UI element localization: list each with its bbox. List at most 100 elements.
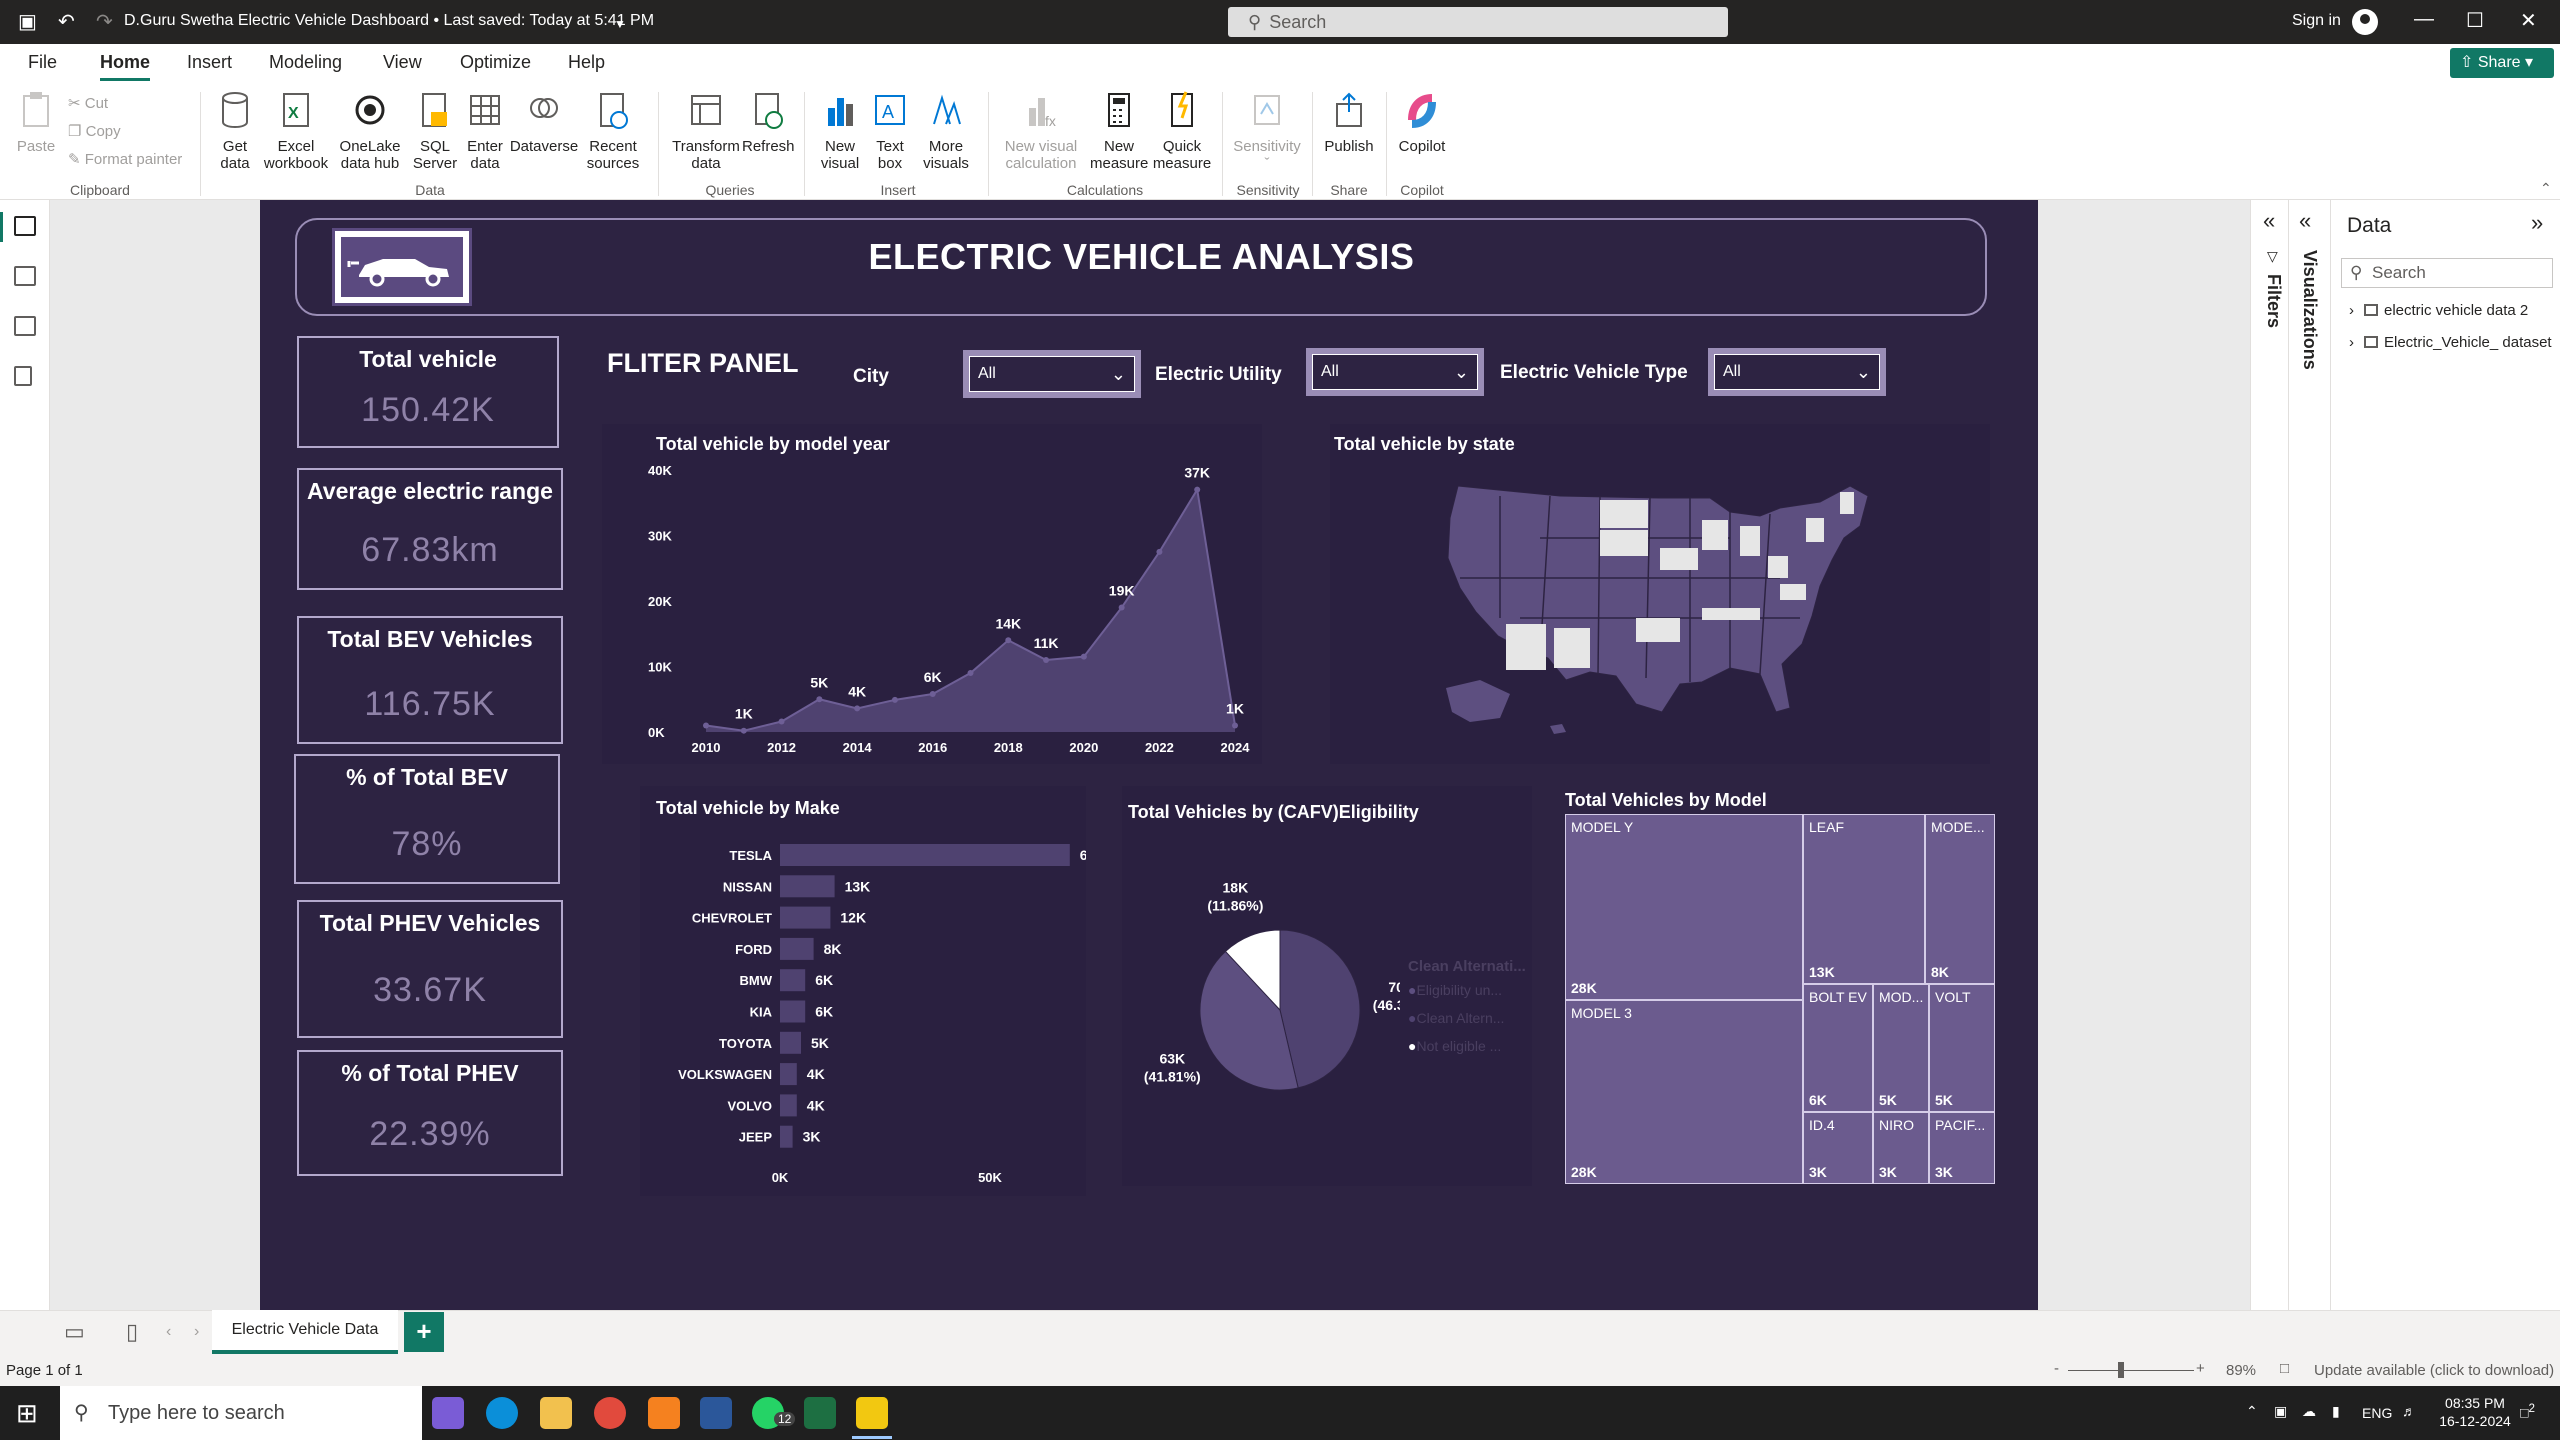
previous-page-icon[interactable]: ‹ <box>166 1323 171 1341</box>
word-app-icon[interactable] <box>700 1397 732 1429</box>
paste-button[interactable]: Paste <box>14 90 58 155</box>
format-painter-button[interactable]: ✎ Format painter <box>68 150 182 168</box>
menu-help[interactable]: Help <box>568 52 605 73</box>
search-input[interactable]: ⚲ Search <box>1228 7 1728 37</box>
model-year-area-chart[interactable]: 0K 10K 20K 30K 40K 1K 5K 4K 6K 14K 11K 19K 37K 1K 2010… <box>640 460 1260 760</box>
data-table-item[interactable]: › Electric_Vehicle_ dataset <box>2349 334 2552 351</box>
treemap-cell[interactable]: VOLT 5K <box>1929 984 1995 1112</box>
excel-workbook-button[interactable]: X Excel workbook <box>262 90 330 172</box>
report-view-icon[interactable] <box>14 216 36 236</box>
kpi-card[interactable]: Total PHEV Vehicles 33.67K <box>297 900 563 1038</box>
save-icon[interactable]: ▣ <box>18 10 37 34</box>
dataverse-button[interactable]: Dataverse <box>508 90 580 155</box>
fit-to-page-icon[interactable]: □ <box>2280 1360 2289 1377</box>
kpi-card[interactable]: Average electric range 67.83km <box>297 468 563 590</box>
data-table-item[interactable]: › electric vehicle data 2 <box>2349 302 2528 319</box>
refresh-button[interactable]: Refresh <box>742 90 795 155</box>
copy-button[interactable]: ❐ Copy <box>68 122 121 140</box>
quick-measure-button[interactable]: Quick measure <box>1150 90 1214 172</box>
sensitivity-button[interactable]: Sensitivity ˇ <box>1226 90 1308 172</box>
new-visual-button[interactable]: New visual <box>816 90 864 172</box>
menu-view[interactable]: View <box>383 52 422 73</box>
treemap-cell[interactable]: MODE... 8K <box>1925 814 1995 984</box>
dax-query-view-icon[interactable] <box>14 366 32 386</box>
page-tab-electric-vehicle-data[interactable]: Electric Vehicle Data <box>212 1310 398 1354</box>
clock[interactable]: 08:35 PM 16-12-2024 <box>2430 1394 2520 1430</box>
file-explorer-icon[interactable] <box>540 1397 572 1429</box>
transform-data-button[interactable]: Transform data <box>670 90 742 172</box>
us-state-map[interactable] <box>1440 468 1880 738</box>
redo-icon[interactable]: ↷ <box>96 10 113 34</box>
zoom-slider[interactable] <box>2068 1370 2194 1371</box>
treemap-cell[interactable]: NIRO 3K <box>1873 1112 1929 1184</box>
zoom-level[interactable]: 89% <box>2226 1362 2256 1379</box>
expand-visualizations-icon[interactable]: « <box>2299 208 2311 234</box>
kpi-card[interactable]: Total BEV Vehicles 116.75K <box>297 616 563 744</box>
menu-modeling[interactable]: Modeling <box>269 52 342 73</box>
new-measure-button[interactable]: New measure <box>1090 90 1148 172</box>
treemap-cell[interactable]: MOD... 5K <box>1873 984 1929 1112</box>
publish-button[interactable]: Publish <box>1318 90 1380 155</box>
treemap-cell[interactable]: MODEL 3 28K <box>1565 1000 1803 1184</box>
zoom-slider-thumb[interactable] <box>2118 1362 2124 1378</box>
update-available-link[interactable]: Update available (click to download) <box>2314 1362 2554 1379</box>
expand-filters-icon[interactable]: « <box>2263 208 2275 234</box>
treemap-cell[interactable]: ID.4 3K <box>1803 1112 1873 1184</box>
mobile-layout-icon[interactable]: ▯ <box>126 1319 138 1345</box>
show-hidden-icons[interactable]: ⌃ <box>2246 1402 2258 1420</box>
model-treemap[interactable]: MODEL Y 28K MODEL 3 28K LEAF 13K MODE... 8K … <box>1565 814 1995 1184</box>
next-page-icon[interactable]: › <box>194 1323 199 1341</box>
cafv-legend-item[interactable]: ●Eligibility un... <box>1408 982 1502 998</box>
recent-sources-button[interactable]: Recent sources <box>580 90 646 172</box>
desktop-layout-icon[interactable]: ▭ <box>64 1319 85 1345</box>
edge-app-icon[interactable] <box>486 1397 518 1429</box>
vehicle-type-dropdown[interactable]: All ⌄ <box>1708 348 1886 396</box>
title-dropdown-icon[interactable]: ▼ <box>614 12 626 36</box>
cafv-legend-item[interactable]: ●Clean Altern... <box>1408 1010 1504 1026</box>
visualizations-pane-label[interactable]: Visualizations <box>2299 250 2320 370</box>
undo-icon[interactable]: ↶ <box>58 10 75 34</box>
visualizations-pane-collapsed[interactable]: « Visualizations <box>2288 200 2332 1310</box>
menu-file[interactable]: File <box>28 52 57 73</box>
onedrive-icon[interactable]: ☁ <box>2302 1402 2316 1420</box>
treemap-cell[interactable]: PACIF... 3K <box>1929 1112 1995 1184</box>
cafv-pie-chart[interactable]: 70K (46.33%) 63K (41.81%) 18K (11.86%) <box>1140 880 1400 1120</box>
minimize-icon[interactable]: — <box>2414 8 2434 31</box>
treemap-cell[interactable]: MODEL Y 28K <box>1565 814 1803 1000</box>
zoom-in-icon[interactable]: + <box>2196 1360 2205 1377</box>
snipping-tool-icon[interactable] <box>648 1397 680 1429</box>
copilot-button[interactable]: Copilot <box>1392 90 1452 155</box>
taskbar-search[interactable]: ⚲ Type here to search <box>60 1386 422 1440</box>
device-icon[interactable]: ▣ <box>2274 1402 2287 1420</box>
volume-icon[interactable]: ♬ <box>2402 1402 2416 1420</box>
model-view-icon[interactable] <box>14 316 36 336</box>
zoom-out-icon[interactable]: - <box>2054 1360 2059 1377</box>
get-data-button[interactable]: Get data <box>210 90 260 172</box>
data-search-input[interactable]: ⚲ Search <box>2341 258 2553 288</box>
notifications-icon[interactable]: □2 <box>2520 1400 2535 1422</box>
more-visuals-button[interactable]: More visuals <box>912 90 980 172</box>
text-box-button[interactable]: A Text box <box>868 90 912 172</box>
enter-data-button[interactable]: Enter data <box>462 90 508 172</box>
electric-utility-dropdown[interactable]: All ⌄ <box>1306 348 1484 396</box>
kpi-card[interactable]: % of Total PHEV 22.39% <box>297 1050 563 1176</box>
share-button[interactable]: ⇧ Share ▾ <box>2450 48 2554 78</box>
sql-server-button[interactable]: SQL Server <box>410 90 460 172</box>
battery-icon[interactable]: ▮ <box>2332 1402 2340 1420</box>
collapse-data-pane-icon[interactable]: » <box>2531 210 2543 236</box>
onelake-button[interactable]: OneLake data hub <box>334 90 406 172</box>
maximize-icon[interactable]: ☐ <box>2466 8 2484 33</box>
cut-button[interactable]: ✂ Cut <box>68 94 108 112</box>
chrome-app-icon[interactable] <box>594 1397 626 1429</box>
collapse-ribbon-icon[interactable]: ⌃ <box>2540 180 2552 197</box>
treemap-cell[interactable]: LEAF 13K <box>1803 814 1925 984</box>
kpi-card[interactable]: % of Total BEV 78% <box>294 754 560 884</box>
sign-in-link[interactable]: Sign in <box>2292 12 2341 30</box>
table-view-icon[interactable] <box>14 266 36 286</box>
power-bi-app-icon[interactable] <box>856 1397 888 1429</box>
city-dropdown[interactable]: All ⌄ <box>963 350 1141 398</box>
filters-pane-label[interactable]: Filters <box>2263 274 2284 328</box>
menu-home[interactable]: Home <box>100 52 151 81</box>
copilot-app-icon[interactable] <box>432 1397 464 1429</box>
excel-app-icon[interactable] <box>804 1397 836 1429</box>
